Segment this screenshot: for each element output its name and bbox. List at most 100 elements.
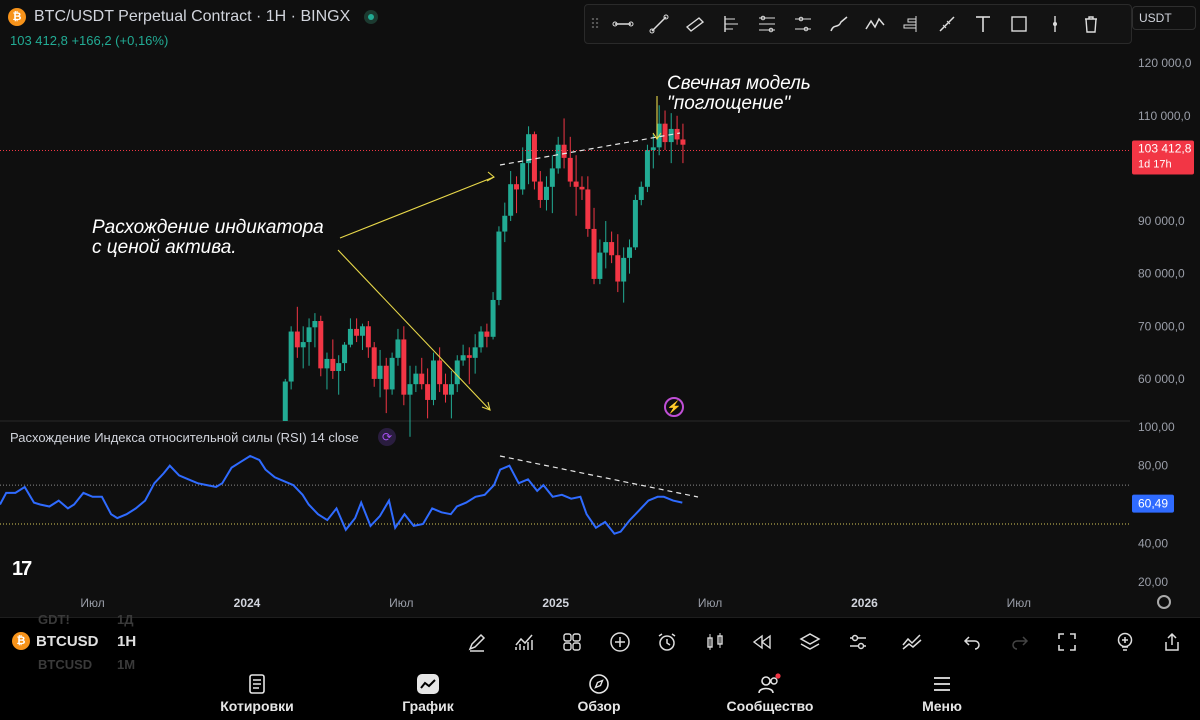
time-tick-label: 2026 [851,596,878,610]
pitchfork-icon[interactable] [713,6,749,42]
symbol-title[interactable]: BTC/USDT Perpetual Contract · 1H · BINGX [34,8,350,26]
time-tick-label: 2024 [234,596,261,610]
text-icon[interactable] [965,6,1001,42]
symbol-name[interactable]: BTCUSD [36,633,99,650]
drag-handle-icon[interactable]: ⠿ [585,16,605,33]
candle-down [573,181,579,187]
candle-up [502,215,508,232]
tab-menu[interactable]: Меню [887,672,997,714]
axis-settings-icon[interactable] [1157,595,1171,609]
candle-down [674,128,680,140]
tab-label: Обзор [577,698,621,714]
candle-up [627,247,633,258]
bitcoin-icon: ₿ [12,632,30,650]
candle-down [330,358,336,372]
bitcoin-icon: ₿ [8,8,26,26]
share-icon[interactable] [1160,630,1184,654]
candle-down [514,184,520,190]
candle-down [591,228,597,279]
channel-icon[interactable] [677,6,713,42]
chart-icon [373,672,483,696]
pin-icon[interactable] [1037,6,1073,42]
countdown-text: 1d 17h [1138,158,1172,170]
candle-up [632,199,638,248]
candle-down [401,339,407,395]
candle-up [395,339,401,358]
layers-icon[interactable] [798,630,822,654]
undo-icon[interactable] [960,630,984,654]
candle-up [472,347,478,358]
lightning-icon[interactable]: ⚡ [664,397,684,417]
ghost-interval-above: 1Д [117,612,134,627]
candle-up [288,331,294,382]
compare-icon[interactable] [900,630,924,654]
templates-icon[interactable] [560,630,584,654]
pattern-icon[interactable] [857,6,893,42]
candle-down [419,373,425,385]
trash-icon[interactable] [1073,6,1109,42]
symbol-selector[interactable]: ₿ BTCUSD [12,632,99,650]
candle-down [437,360,443,385]
chart-canvas[interactable]: 130 000,0120 000,0110 000,0100 000,090 0… [0,0,1200,617]
candle-up [342,344,348,364]
price-tick-label: 120 000,0 [1138,56,1192,70]
candle-down [443,384,449,395]
tab-overview[interactable]: Обзор [544,672,654,714]
rsi-indicator-title[interactable]: Расхождение Индекса относительной силы (… [10,430,359,445]
redo-icon[interactable] [1008,630,1032,654]
watchlist-icon [202,672,312,696]
candle-up [430,360,436,400]
horizontal-line-icon[interactable] [605,6,641,42]
rsi-tick-label: 80,00 [1138,459,1168,473]
ideas-icon[interactable] [1113,630,1137,654]
pencil-icon[interactable] [465,630,489,654]
candle-down [294,331,300,348]
rectangle-icon[interactable] [1001,6,1037,42]
brush-icon[interactable] [821,6,857,42]
chart-type-icon[interactable] [512,630,536,654]
divergence-annotation[interactable]: Расхождение индикатора с ценой актива. [92,218,324,258]
forecast-icon[interactable] [893,6,929,42]
candle-up [543,186,549,200]
compass-icon [544,672,654,696]
candles-icon[interactable] [703,630,727,654]
candle-up [621,257,627,282]
price-tick-label: 90 000,0 [1138,214,1185,228]
measure-icon[interactable] [929,6,965,42]
tab-chart[interactable]: График [373,672,483,714]
candle-up [300,342,306,348]
fullscreen-icon[interactable] [1055,630,1079,654]
candle-up [377,365,383,379]
candle-up [526,134,532,164]
rsi-tick-label: 20,00 [1138,575,1168,589]
settings-sliders-icon[interactable] [846,630,870,654]
drawing-toolbar: ⠿ [584,4,1132,44]
tradingview-logo-icon[interactable]: 17 [12,558,32,581]
candle-down [371,347,377,379]
candle-up [336,363,342,372]
trend-line-icon[interactable] [641,6,677,42]
alarm-icon[interactable] [655,630,679,654]
tab-label: График [402,698,454,714]
candle-down [531,134,537,182]
currency-selector[interactable]: USDT [1132,6,1196,30]
tab-watchlist[interactable]: Котировки [202,672,312,714]
tab-community[interactable]: Сообщество [715,672,825,714]
candle-up [478,331,484,348]
candle-up [549,168,555,187]
candle-down [354,328,360,336]
engulfing-annotation[interactable]: Свечная модель "поглощение" [667,74,811,114]
time-tick-label: 2025 [542,596,569,610]
replay-icon[interactable] [750,630,774,654]
chart-header: ₿ BTC/USDT Perpetual Contract · 1H · BIN… [8,8,379,26]
candle-down [484,331,490,337]
interval-selector[interactable]: 1H [117,633,136,650]
candle-up [324,358,330,369]
rsi-tick-label: 40,00 [1138,536,1168,550]
fib-retracement-icon[interactable] [749,6,785,42]
projection-icon[interactable] [785,6,821,42]
time-tick-label: Июл [1007,596,1031,610]
candle-up [407,384,413,395]
add-icon[interactable] [608,630,632,654]
refresh-icon[interactable]: ⟳ [378,428,396,446]
